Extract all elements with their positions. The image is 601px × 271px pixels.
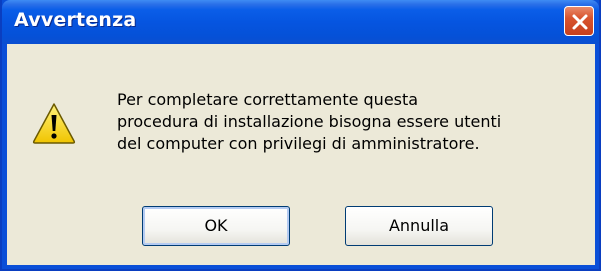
- warning-icon: [32, 103, 76, 144]
- dialog-body: Per completare correttamente questa proc…: [7, 44, 595, 265]
- cancel-button[interactable]: Annulla: [345, 206, 493, 246]
- dialog-message: Per completare correttamente questa proc…: [117, 89, 587, 155]
- title-bar[interactable]: Avvertenza: [2, 0, 599, 44]
- message-line: Per completare correttamente questa: [117, 90, 419, 109]
- close-icon: [572, 14, 588, 30]
- dialog-title: Avvertenza: [14, 9, 137, 31]
- ok-button[interactable]: OK: [142, 206, 290, 246]
- warning-dialog: Avvertenza Per completare correttamente …: [0, 0, 601, 271]
- message-line: del computer con privilegi di amministra…: [117, 134, 480, 153]
- close-button[interactable]: [564, 6, 594, 36]
- message-line: procedura di installazione bisogna esser…: [117, 112, 502, 131]
